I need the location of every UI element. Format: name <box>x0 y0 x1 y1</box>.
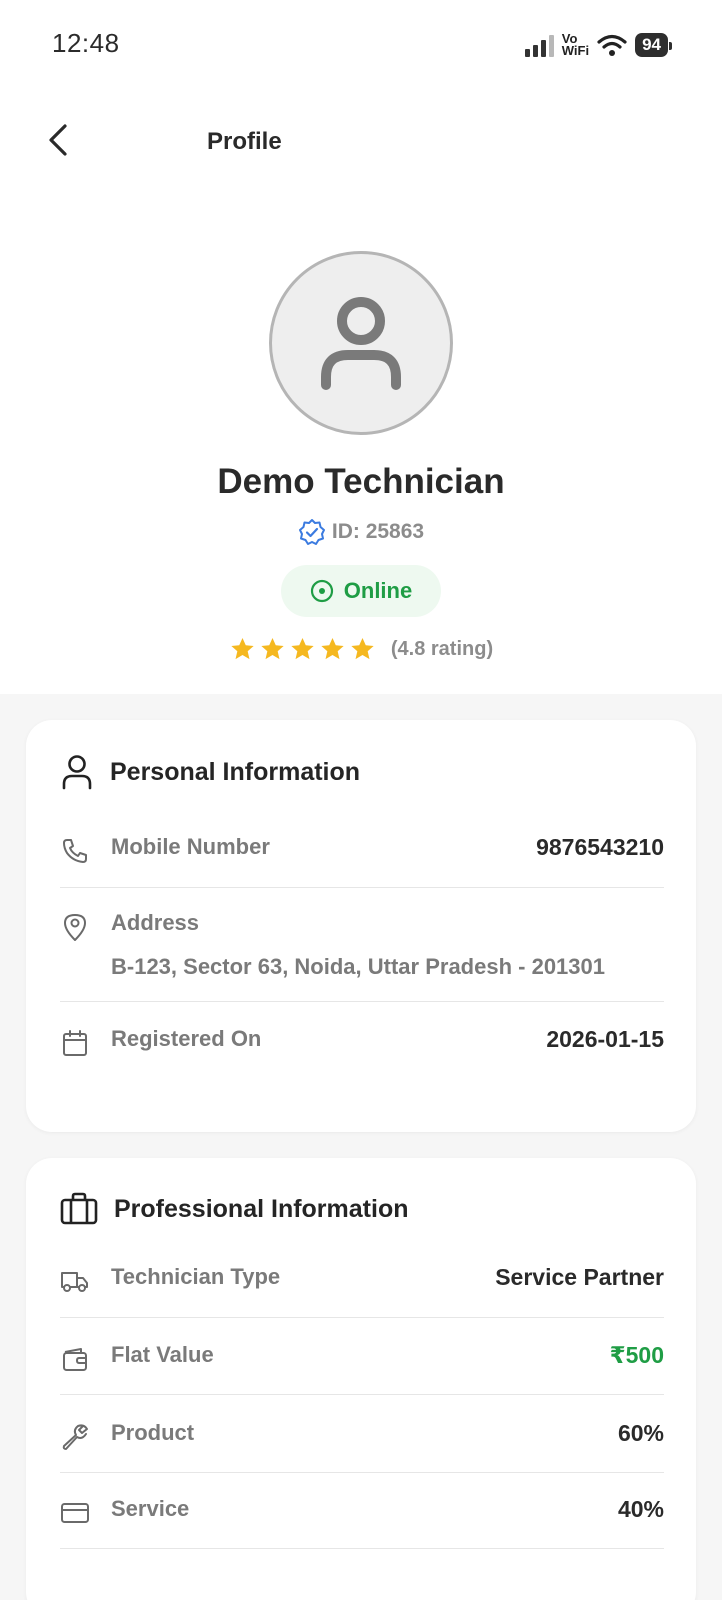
person-icon <box>62 755 92 790</box>
star-icon <box>261 638 284 660</box>
credit-card-icon <box>60 1498 90 1528</box>
rating-text: (4.8 rating) <box>390 638 494 660</box>
rating-stars <box>229 636 376 663</box>
mobile-number-label: Mobile Number <box>111 834 270 859</box>
address-value: B-123, Sector 63, Noida, Uttar Pradesh -… <box>111 954 605 979</box>
wifi-icon <box>597 34 627 56</box>
mobile-number-row[interactable]: Mobile Number 9876543210 <box>60 834 664 874</box>
calendar-icon <box>60 1028 90 1058</box>
divider <box>60 1317 664 1318</box>
registered-on-value: 2026-01-15 <box>546 1026 664 1052</box>
online-dot-icon <box>310 579 333 603</box>
address-row: Address B-123, Sector 63, Noida, Uttar P… <box>60 910 664 990</box>
technician-name: Demo Technician <box>217 462 505 501</box>
technician-type-value: Service Partner <box>495 1264 664 1290</box>
briefcase-icon <box>60 1192 98 1225</box>
registered-on-label: Registered On <box>111 1026 262 1051</box>
verified-badge-icon <box>298 519 325 545</box>
divider <box>60 1001 664 1002</box>
divider <box>60 1548 664 1549</box>
service-row: Service 40% <box>60 1496 664 1536</box>
chevron-left-icon <box>49 124 67 156</box>
service-value: 40% <box>617 1496 664 1522</box>
flat-value-amount: ₹500 <box>609 1342 664 1368</box>
product-value: 60% <box>617 1420 664 1446</box>
technician-type-row: Technician Type Service Partner <box>60 1264 664 1304</box>
signal-icon <box>524 33 554 57</box>
phone-icon <box>60 836 90 866</box>
status-time: 12:48 <box>52 28 120 58</box>
personal-information-card: Personal Information Mobile Number 98765… <box>26 720 696 1132</box>
flat-value-label: Flat Value <box>111 1342 214 1367</box>
vowifi-indicator: Vo WiFi <box>561 31 590 58</box>
mobile-number-value: 9876543210 <box>536 834 664 860</box>
service-label: Service <box>111 1496 190 1521</box>
back-button[interactable] <box>36 118 80 162</box>
personal-information-header: Personal Information <box>60 754 360 790</box>
product-label: Product <box>111 1420 195 1445</box>
divider <box>60 1472 664 1473</box>
flat-value-row: Flat Value ₹500 <box>60 1342 664 1382</box>
address-label: Address <box>111 910 200 935</box>
star-icon <box>231 638 254 660</box>
user-icon <box>321 297 401 390</box>
star-icon <box>351 638 374 660</box>
truck-icon <box>60 1266 90 1296</box>
page-title: Profile <box>207 128 282 155</box>
status-icons: Vo WiFi 94 <box>524 28 672 62</box>
divider <box>60 887 664 888</box>
online-status-badge: Online <box>281 565 441 617</box>
rating: (4.8 rating) <box>0 636 722 663</box>
technician-type-label: Technician Type <box>111 1264 281 1289</box>
wallet-icon <box>60 1344 90 1374</box>
star-icon <box>291 638 314 660</box>
battery-indicator: 94 <box>635 33 672 57</box>
technician-id: ID: 25863 <box>0 518 722 546</box>
registered-on-row: Registered On 2026-01-15 <box>60 1026 664 1066</box>
divider <box>60 1394 664 1395</box>
professional-information-card: Professional Information Technician Type… <box>26 1158 696 1600</box>
wrench-icon <box>60 1422 90 1452</box>
professional-information-header: Professional Information <box>60 1192 408 1226</box>
product-row: Product 60% <box>60 1420 664 1460</box>
avatar[interactable] <box>269 251 453 435</box>
location-pin-icon <box>60 912 90 942</box>
star-icon <box>321 638 344 660</box>
